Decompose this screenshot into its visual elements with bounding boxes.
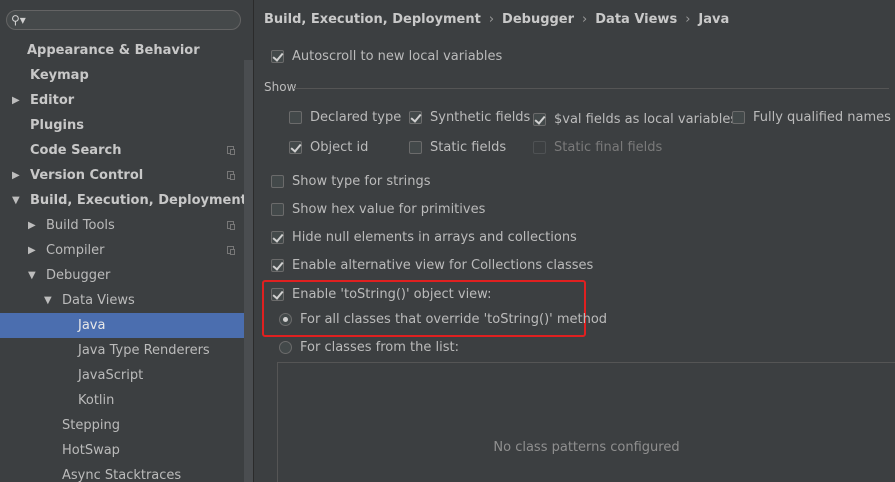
sidebar-item-label: Code Search xyxy=(30,143,122,158)
sidebar-item-label: HotSwap xyxy=(62,443,120,458)
sidebar-item-data-views[interactable]: ▼ Data Views xyxy=(0,288,253,313)
synthetic-fields-label: Synthetic fields xyxy=(430,110,531,125)
sidebar-item-label: JavaScript xyxy=(78,368,144,383)
sidebar-item-stepping[interactable]: Stepping xyxy=(0,413,253,438)
sidebar-item-label: Kotlin xyxy=(78,393,115,408)
breadcrumb: Build, Execution, Deployment › Debugger › Da… xyxy=(264,12,729,27)
project-settings-icon xyxy=(227,146,235,155)
sidebar-item-keymap[interactable]: Keymap xyxy=(0,63,253,88)
breadcrumb-separator: › xyxy=(488,12,495,27)
show-group-label: Show xyxy=(264,80,297,94)
sidebar-item-label: Version Control xyxy=(30,168,144,183)
checkbox-unchecked-icon xyxy=(271,203,284,216)
expanded-arrow-icon[interactable]: ▼ xyxy=(12,188,20,213)
settings-sidebar: ⚲▾ Appearance & Behavior Keymap ▶ Editor Plu… xyxy=(0,0,254,482)
from-list-label: For classes from the list: xyxy=(300,340,459,355)
empty-list-text: No class patterns configured xyxy=(493,440,680,455)
project-settings-icon xyxy=(227,221,235,230)
checkbox-checked-icon xyxy=(271,288,284,301)
breadcrumb-item: Java xyxy=(698,12,730,27)
sidebar-item-label: Java xyxy=(78,318,106,333)
sidebar-item-debugger[interactable]: ▼ Debugger xyxy=(0,263,253,288)
checkbox-unchecked-icon xyxy=(271,175,284,188)
enable-tostring-label: Enable 'toString()' object view: xyxy=(292,287,492,302)
checkbox-checked-icon xyxy=(271,259,284,272)
sidebar-item-label: Appearance & Behavior xyxy=(27,43,200,58)
sidebar-item-code-search[interactable]: Code Search xyxy=(0,138,253,163)
sidebar-item-editor[interactable]: ▶ Editor xyxy=(0,88,253,113)
alternative-view-label: Enable alternative view for Collections … xyxy=(292,258,594,273)
breadcrumb-item: Debugger xyxy=(502,12,575,27)
breadcrumb-item: Data Views xyxy=(595,12,678,27)
static-fields-label: Static fields xyxy=(430,140,507,155)
project-settings-icon xyxy=(227,171,235,180)
show-hex-label: Show hex value for primitives xyxy=(292,202,486,217)
sidebar-item-java[interactable]: Java xyxy=(0,313,244,338)
sidebar-scrollbar[interactable] xyxy=(244,60,253,482)
val-fields-label: $val fields as local variables xyxy=(554,112,738,127)
checkbox-checked-icon xyxy=(271,231,284,244)
collapsed-arrow-icon[interactable]: ▶ xyxy=(28,213,36,238)
sidebar-item-async-stacktraces[interactable]: Async Stacktraces xyxy=(0,463,253,482)
sidebar-item-label: Editor xyxy=(30,93,75,108)
checkbox-checked-icon xyxy=(271,50,284,63)
collapsed-arrow-icon[interactable]: ▶ xyxy=(12,163,20,188)
project-settings-icon xyxy=(227,246,235,255)
sidebar-item-label: Stepping xyxy=(62,418,120,433)
sidebar-item-build-tools[interactable]: ▶ Build Tools xyxy=(0,213,253,238)
breadcrumb-separator: › xyxy=(582,12,588,27)
sidebar-item-label: Keymap xyxy=(30,68,89,83)
radio-unselected-icon xyxy=(279,341,292,354)
collapsed-arrow-icon[interactable]: ▶ xyxy=(12,88,20,113)
sidebar-item-label: Async Stacktraces xyxy=(62,468,182,482)
collapsed-arrow-icon[interactable]: ▶ xyxy=(28,238,36,263)
search-input[interactable]: ⚲▾ xyxy=(6,10,241,30)
search-icon: ⚲▾ xyxy=(11,13,26,27)
sidebar-item-label: Data Views xyxy=(62,293,135,308)
class-patterns-list[interactable]: No class patterns configured xyxy=(277,362,895,482)
sidebar-item-plugins[interactable]: Plugins xyxy=(0,113,253,138)
settings-main-panel: Build, Execution, Deployment › Debugger › Da… xyxy=(254,0,895,482)
radio-selected-icon xyxy=(279,313,292,326)
sidebar-item-kotlin[interactable]: Kotlin xyxy=(0,388,253,413)
static-final-fields-label: Static final fields xyxy=(554,140,663,155)
breadcrumb-item: Build, Execution, Deployment xyxy=(264,12,481,27)
checkbox-checked-icon xyxy=(533,113,546,126)
all-classes-label: For all classes that override 'toString(… xyxy=(300,312,608,327)
checkbox-unchecked-icon xyxy=(732,111,745,124)
expanded-arrow-icon[interactable]: ▼ xyxy=(28,263,36,288)
sidebar-item-label: Build, Execution, Deployment xyxy=(30,193,247,208)
sidebar-item-label: Debugger xyxy=(46,268,111,283)
sidebar-item-hotswap[interactable]: HotSwap xyxy=(0,438,253,463)
fully-qualified-names-label: Fully qualified names xyxy=(753,110,891,125)
sidebar-item-build-execution-deployment[interactable]: ▼ Build, Execution, Deployment xyxy=(0,188,253,213)
object-id-label: Object id xyxy=(310,140,369,155)
sidebar-item-label: Build Tools xyxy=(46,218,115,233)
sidebar-item-label: Java Type Renderers xyxy=(78,343,210,358)
checkbox-checked-icon xyxy=(289,141,302,154)
sidebar-item-compiler[interactable]: ▶ Compiler xyxy=(0,238,253,263)
declared-type-label: Declared type xyxy=(310,110,402,125)
checkbox-unchecked-icon xyxy=(409,141,422,154)
sidebar-item-appearance-behavior[interactable]: Appearance & Behavior xyxy=(0,38,253,63)
sidebar-item-label: Plugins xyxy=(30,118,84,133)
hide-null-label: Hide null elements in arrays and collect… xyxy=(292,230,577,245)
sidebar-item-java-type-renderers[interactable]: Java Type Renderers xyxy=(0,338,253,363)
sidebar-item-javascript[interactable]: JavaScript xyxy=(0,363,253,388)
show-type-strings-label: Show type for strings xyxy=(292,174,431,189)
checkbox-unchecked-icon xyxy=(289,111,302,124)
checkbox-checked-icon xyxy=(409,111,422,124)
show-group-divider xyxy=(294,88,889,89)
sidebar-item-version-control[interactable]: ▶ Version Control xyxy=(0,163,253,188)
sidebar-item-label: Compiler xyxy=(46,243,105,258)
expanded-arrow-icon[interactable]: ▼ xyxy=(44,288,52,313)
checkbox-disabled-icon xyxy=(533,141,546,154)
breadcrumb-separator: › xyxy=(685,12,691,27)
autoscroll-label: Autoscroll to new local variables xyxy=(292,49,503,64)
